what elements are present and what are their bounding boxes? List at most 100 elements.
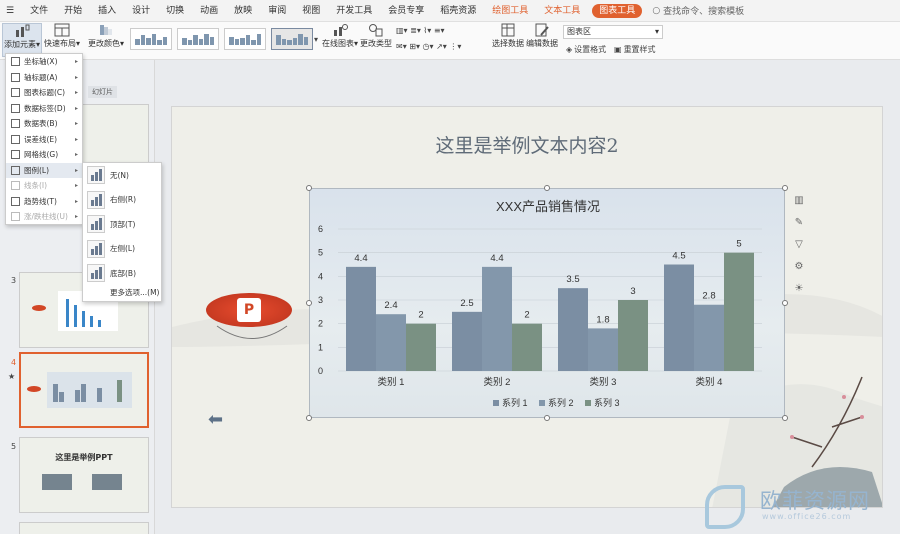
thumb-box — [42, 474, 72, 490]
menu-item-4[interactable]: 数据表(B) ▸ — [6, 116, 82, 132]
tab-member[interactable]: 会员专享 — [380, 0, 432, 22]
slide-thumb-5[interactable]: 这里是举例PPT — [19, 437, 149, 513]
submenu-arrow-icon: ▸ — [74, 197, 78, 205]
menu-item-icon — [11, 196, 20, 206]
chart-style-2[interactable] — [177, 28, 219, 50]
change-type-button[interactable]: 更改类型 — [360, 23, 392, 57]
menu-item-0[interactable]: 坐标轴(X) ▸ — [6, 54, 82, 70]
legend-option-right[interactable]: 右侧(R) — [83, 188, 161, 213]
chart-style-3[interactable] — [224, 28, 266, 50]
menu-item-1[interactable]: 轴标题(A) ▸ — [6, 70, 82, 86]
tab-view[interactable]: 视图 — [294, 0, 328, 22]
tab-home[interactable]: 开始 — [56, 0, 90, 22]
add-element-button[interactable]: 添加元素▾ — [2, 23, 42, 57]
slide-canvas[interactable]: 这里是举例文本内容2 P ⬅ XXX产品销售情况 0 1 2 3 4 5 6 4.4 2.4 2 类别… — [171, 106, 883, 508]
resize-handle-se[interactable] — [782, 415, 788, 421]
menu-item-icon — [11, 72, 20, 82]
resize-handle-ne[interactable] — [782, 185, 788, 191]
resize-handle-e[interactable] — [782, 300, 788, 306]
bar-tools-icon[interactable]: ▥▾ ≣▾ ⌇▾ ≡▾ — [396, 26, 445, 35]
menu-item-6[interactable]: 网格线(G) ▸ — [6, 147, 82, 163]
menu-item-label: 线条(I) — [24, 181, 48, 191]
tab-slideshow[interactable]: 放映 — [226, 0, 260, 22]
slide-thumb-4[interactable] — [19, 352, 149, 428]
tab-developer[interactable]: 开发工具 — [328, 0, 380, 22]
legend-option-label: 左侧(L) — [110, 244, 136, 254]
bar-chart[interactable]: XXX产品销售情况 0 1 2 3 4 5 6 4.4 2.4 2 类别 1 2.5 4.4 2 类别 2 3.… — [310, 189, 786, 419]
tab-transition[interactable]: 切换 — [158, 0, 192, 22]
select-data-button[interactable]: 选择数据 — [492, 23, 524, 57]
legend-option-none[interactable]: 无(N) — [83, 163, 161, 188]
thumb-title: 这里是举例PPT — [55, 453, 113, 462]
command-search[interactable]: ○ 查找命令、搜索模板 — [646, 4, 744, 18]
data-label: 2.8 — [702, 291, 715, 302]
back-arrow-icon[interactable]: ⬅ — [208, 409, 223, 430]
logo-arc — [216, 325, 288, 339]
menu-item-label: 涨/跌柱线(U) — [24, 212, 68, 222]
y-tick-label: 0 — [318, 366, 323, 376]
chart-title: XXX产品销售情况 — [496, 199, 600, 214]
menu-item-label: 数据表(B) — [24, 119, 58, 129]
reset-style-button[interactable]: ▣ 重置样式 — [614, 44, 656, 55]
online-chart-button[interactable]: 在线图表▾ — [322, 23, 358, 57]
slide-thumb-6[interactable] — [19, 522, 149, 534]
chart-element-select[interactable]: 图表区 ▾ — [563, 25, 663, 39]
resize-handle-s[interactable] — [544, 415, 550, 421]
data-label: 4.4 — [490, 253, 503, 264]
legend-bottom-icon — [87, 264, 105, 283]
menu-item-3[interactable]: 数据标签(D) ▸ — [6, 101, 82, 117]
legend-option-left[interactable]: 左侧(L) — [83, 237, 161, 262]
tab-chart-tools[interactable]: 图表工具 — [592, 3, 643, 18]
menu-item-7[interactable]: 图例(L) ▸ — [6, 162, 82, 178]
style-more-icon[interactable]: ▾ — [314, 35, 318, 44]
hamburger-icon[interactable]: ☰ — [0, 0, 22, 22]
tab-file[interactable]: 文件 — [22, 0, 56, 22]
chart-filter-icon[interactable]: ▽ — [792, 238, 806, 252]
chart-style-brush-icon[interactable]: ✎ — [792, 216, 806, 230]
tab-insert[interactable]: 插入 — [90, 0, 124, 22]
legend-icon-bar — [91, 224, 94, 231]
menu-item-icon — [11, 134, 20, 144]
legend-option-bottom[interactable]: 底部(B) — [83, 261, 161, 286]
change-color-button[interactable]: 更改颜色▾ — [87, 23, 125, 57]
y-tick-label: 6 — [318, 224, 323, 234]
resize-handle-nw[interactable] — [306, 185, 312, 191]
legend-label: 系列 3 — [594, 397, 620, 408]
menu-item-icon — [11, 57, 20, 67]
legend-label: 系列 1 — [502, 397, 528, 408]
chart-settings-icon[interactable]: ⚙ — [792, 260, 806, 274]
tab-text-tools[interactable]: 文本工具 — [536, 0, 588, 22]
resize-handle-sw[interactable] — [306, 415, 312, 421]
tab-design[interactable]: 设计 — [124, 0, 158, 22]
menu-item-9[interactable]: 趋势线(T) ▸ — [6, 194, 82, 210]
tab-drawing-tools[interactable]: 绘图工具 — [484, 0, 536, 22]
quick-layout-button[interactable]: 快速布局▾ — [44, 23, 80, 57]
legend-option-label: 底部(B) — [110, 268, 136, 278]
chart-elements-icon[interactable]: ▥ — [792, 194, 806, 208]
tab-resources[interactable]: 稻壳资源 — [432, 0, 484, 22]
search-icon: ○ — [652, 5, 661, 16]
slide-title[interactable]: 这里是举例文本内容2 — [172, 131, 882, 158]
legend-option-top[interactable]: 顶部(T) — [83, 212, 161, 237]
resize-handle-n[interactable] — [544, 185, 550, 191]
legend-icon-bar — [91, 273, 94, 280]
set-format-button[interactable]: ◈ 设置格式 — [566, 44, 606, 55]
edit-data-button[interactable]: 编辑数据 — [526, 23, 558, 57]
chart-area[interactable]: XXX产品销售情况 0 1 2 3 4 5 6 4.4 2.4 2 类别 1 2.5 4.4 2 类别 2 3.… — [309, 188, 785, 418]
chart-style-4[interactable] — [271, 28, 313, 50]
shape-tools-icon[interactable]: ✉▾ ⊞▾ ◷▾ ↗▾ ⋮▾ — [396, 42, 461, 51]
slide-number-5: 5 — [11, 442, 17, 451]
submenu-arrow-icon: ▸ — [74, 58, 78, 66]
chart-style-1[interactable] — [130, 28, 172, 50]
thumb-bar — [74, 305, 77, 327]
data-label: 5 — [736, 239, 741, 250]
legend-more-options[interactable]: 更多选项...(M) — [83, 286, 161, 300]
tab-animation[interactable]: 动画 — [192, 0, 226, 22]
lightbulb-icon[interactable]: ☀ — [792, 282, 806, 296]
legend-icon-bar — [99, 218, 102, 231]
resize-handle-w[interactable] — [306, 300, 312, 306]
tab-review[interactable]: 审阅 — [260, 0, 294, 22]
legend-icon-bar — [95, 172, 98, 182]
menu-item-2[interactable]: 图表标题(C) ▸ — [6, 85, 82, 101]
menu-item-5[interactable]: 误差线(E) ▸ — [6, 132, 82, 148]
